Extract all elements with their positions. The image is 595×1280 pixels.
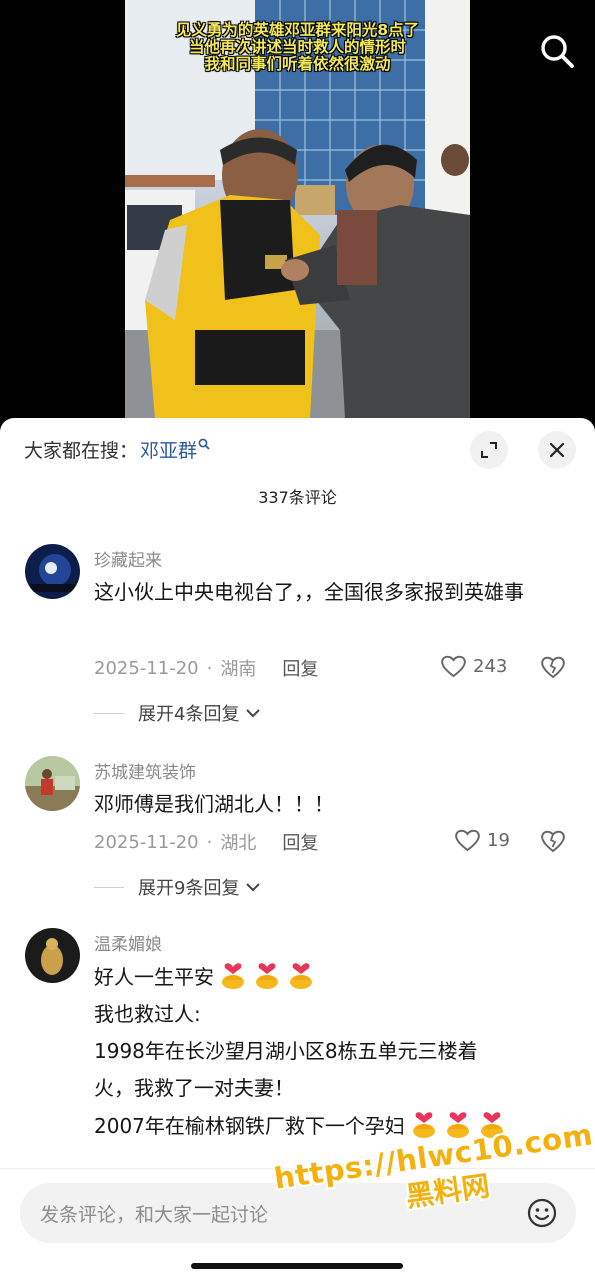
avatar[interactable] bbox=[25, 756, 80, 811]
finger-heart-emoji-icon bbox=[286, 958, 316, 990]
comment-meta: 2025-11-20 · 湖北 回复 bbox=[94, 829, 318, 855]
subtitle-line: 我和同事们听着依然很激动 bbox=[204, 55, 391, 73]
search-icon bbox=[541, 35, 574, 68]
comment-username[interactable]: 苏城建筑装饰 bbox=[94, 758, 196, 783]
hot-search-prefix: 大家都在搜： bbox=[24, 440, 139, 462]
like-button[interactable]: 243 bbox=[440, 654, 507, 678]
comment-text: 这小伙上中央电视台了，，全国很多家报到英雄事 bbox=[94, 580, 524, 604]
comment-text: 邓师傅是我们湖北人！！！ bbox=[94, 792, 334, 816]
comment-meta: 2025-11-20 · 湖南 回复 bbox=[94, 655, 318, 681]
avatar[interactable] bbox=[25, 928, 80, 983]
meta-separator: · bbox=[206, 657, 213, 679]
video-player[interactable]: 见义勇为的英雄邓亚群来阳光8点了 当他再次讲述当时救人的情形时 我和同事们听着依… bbox=[0, 0, 595, 418]
hot-search-term[interactable]: 邓亚群 bbox=[140, 436, 197, 463]
like-count: 19 bbox=[487, 829, 510, 851]
divider bbox=[94, 712, 124, 714]
comment-input-placeholder: 发条评论，和大家一起讨论 bbox=[40, 1204, 269, 1226]
broken-heart-icon bbox=[541, 656, 565, 679]
reply-button[interactable]: 回复 bbox=[282, 829, 318, 855]
finger-heart-emoji-icon bbox=[218, 958, 248, 990]
dislike-button[interactable] bbox=[540, 654, 566, 680]
comment-date: 2025-11-20 bbox=[94, 831, 199, 853]
comment-count: 337条评论 bbox=[258, 488, 337, 507]
fullscreen-button[interactable] bbox=[470, 431, 508, 469]
finger-heart-emoji-icon bbox=[409, 1107, 439, 1139]
like-button[interactable]: 19 bbox=[454, 828, 510, 852]
subtitle-line: 见义勇为的英雄邓亚群来阳光8点了 bbox=[175, 21, 420, 39]
divider bbox=[94, 886, 124, 888]
video-subtitle: 见义勇为的英雄邓亚群来阳光8点了 当他再次讲述当时救人的情形时 我和同事们听着依… bbox=[125, 22, 470, 73]
meta-separator: · bbox=[206, 831, 213, 853]
broken-heart-icon bbox=[541, 830, 565, 853]
comment-username[interactable]: 珍藏起来 bbox=[94, 546, 162, 571]
heart-icon bbox=[441, 655, 466, 678]
dislike-button[interactable] bbox=[540, 828, 566, 854]
subtitle-line: 当他再次讲述当时救人的情形时 bbox=[188, 38, 406, 56]
comment-text: 好人一生平安 我也救过人: 1998年在长沙望月湖小区8栋五单元三楼着 火，我救… bbox=[94, 958, 564, 1145]
like-count: 243 bbox=[473, 655, 508, 677]
emoji-icon bbox=[527, 1198, 557, 1228]
finger-heart-emoji-icon bbox=[252, 958, 282, 990]
comment-line-text: 2007年在榆林钢铁厂救下一个孕妇 bbox=[94, 1114, 405, 1138]
expand-replies-button[interactable]: 展开9条回复 bbox=[94, 874, 261, 900]
comment-username[interactable]: 温柔媚娘 bbox=[94, 930, 162, 955]
emoji-button[interactable] bbox=[526, 1197, 558, 1229]
heart-icon bbox=[455, 829, 480, 852]
search-icon bbox=[198, 438, 210, 454]
chevron-down-icon bbox=[246, 709, 261, 718]
comment-line: 好人一生平安 bbox=[94, 958, 564, 996]
comment-line-text: 好人一生平安 bbox=[94, 965, 214, 989]
comment-line: 我也救过人: bbox=[94, 1002, 201, 1026]
home-indicator bbox=[191, 1263, 403, 1269]
comment-location: 湖南 bbox=[220, 659, 257, 680]
close-button[interactable] bbox=[538, 431, 576, 469]
chevron-down-icon bbox=[246, 883, 261, 892]
comment-line: 1998年在长沙望月湖小区8栋五单元三楼着 bbox=[94, 1039, 478, 1063]
reply-button[interactable]: 回复 bbox=[282, 655, 318, 681]
close-icon bbox=[549, 442, 565, 458]
search-button[interactable] bbox=[538, 32, 576, 70]
comment-line: 火，我救了一对夫妻！ bbox=[94, 1076, 294, 1100]
comment-date: 2025-11-20 bbox=[94, 657, 199, 679]
expand-replies-button[interactable]: 展开4条回复 bbox=[94, 700, 261, 726]
expand-replies-label: 展开9条回复 bbox=[138, 878, 240, 899]
comment-location: 湖北 bbox=[220, 833, 257, 854]
hot-search-bar: 大家都在搜： 邓亚群 bbox=[24, 436, 210, 463]
fullscreen-icon bbox=[481, 442, 497, 458]
avatar[interactable] bbox=[25, 544, 80, 599]
expand-replies-label: 展开4条回复 bbox=[138, 704, 240, 725]
